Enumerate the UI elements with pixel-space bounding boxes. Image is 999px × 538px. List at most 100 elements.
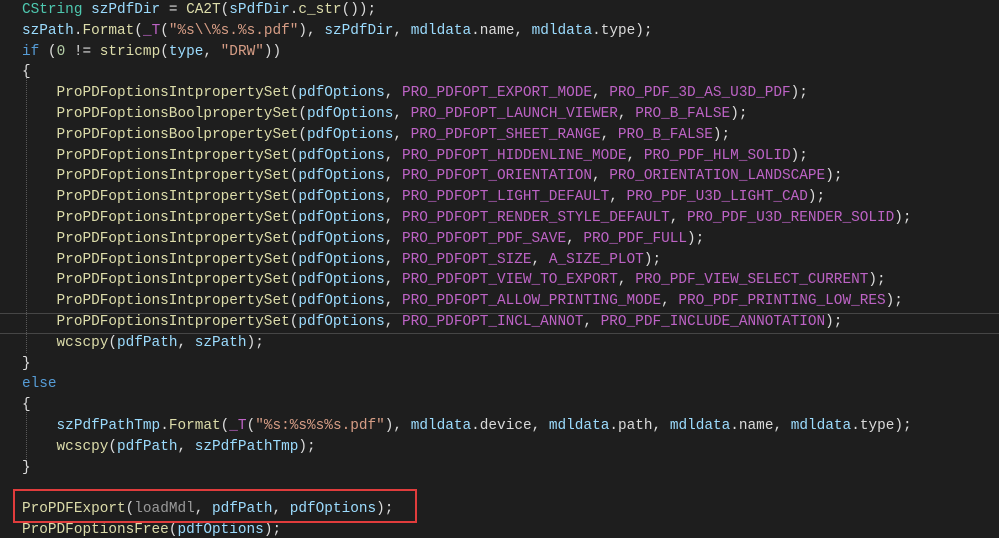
code-line[interactable]: ProPDFoptionsIntpropertySet(pdfOptions, … <box>22 83 808 104</box>
macro-token: _T <box>229 418 247 434</box>
punctuation-token: . <box>160 418 169 434</box>
punctuation-token: , <box>393 106 411 122</box>
punctuation-token <box>22 168 57 184</box>
code-line[interactable]: ProPDFoptionsBoolpropertySet(pdfOptions,… <box>22 125 731 146</box>
variable-token: mdldata <box>410 418 472 434</box>
punctuation-token <box>22 106 57 122</box>
punctuation-token: , <box>531 418 549 434</box>
variable-token: szPath <box>22 22 74 39</box>
variable-token: pdfOptions <box>307 126 394 143</box>
variable-token: mdldata <box>531 22 593 39</box>
code-line[interactable]: szPdfPathTmp.Format(_T("%s:%s%s%s.pdf"),… <box>22 416 912 437</box>
code-line[interactable]: ProPDFoptionsIntpropertySet(pdfOptions, … <box>22 250 662 271</box>
macro-token: PRO_PDFOPT_HIDDENLINE_MODE <box>402 147 627 164</box>
macro-token: PRO_B_FALSE <box>617 126 713 143</box>
punctuation-token: , <box>393 22 411 39</box>
keyword-token: if <box>22 43 40 60</box>
punctuation-token: , <box>393 126 411 143</box>
punctuation-token <box>22 85 57 101</box>
code-line[interactable]: CString szPdfDir = CA2T(sPdfDir.c_str())… <box>22 0 376 21</box>
code-line[interactable]: ProPDFoptionsIntpropertySet(pdfOptions, … <box>22 229 705 250</box>
variable-token: pdfPath <box>117 438 178 455</box>
punctuation-token: , <box>384 293 402 310</box>
code-line[interactable]: wcscpy(pdfPath, szPath); <box>22 333 264 354</box>
function-token: ProPDFoptionsBoolpropertySet <box>56 126 299 143</box>
punctuation-token: ); <box>825 168 843 185</box>
punctuation-token: , <box>514 22 532 39</box>
variable-token: pdfOptions <box>298 230 385 247</box>
punctuation-token: . <box>471 22 480 39</box>
punctuation-token: ); <box>730 106 748 122</box>
member-token: type <box>600 22 636 39</box>
code-line[interactable]: szPath.Format(_T("%s\\%s.%s.pdf"), szPdf… <box>22 21 653 42</box>
code-line[interactable]: ProPDFoptionsIntpropertySet(pdfOptions, … <box>22 146 808 167</box>
string-token: "%s:%s%s%s.pdf" <box>255 418 385 434</box>
function-token: ProPDFoptionsIntpropertySet <box>56 168 290 185</box>
punctuation-token: , <box>384 85 402 102</box>
punctuation-token: , <box>609 189 627 206</box>
string-token: "%s\\%s.%s.pdf" <box>168 22 299 39</box>
punctuation-token <box>22 272 57 288</box>
code-line[interactable]: wcscpy(pdfPath, szPdfPathTmp); <box>22 437 316 458</box>
code-line[interactable]: ProPDFoptionsIntpropertySet(pdfOptions, … <box>22 291 903 312</box>
variable-token: szPdfPathTmp <box>194 438 299 455</box>
function-token: wcscpy <box>56 438 109 455</box>
punctuation-token: ); <box>643 251 662 268</box>
code-line[interactable]: ProPDFoptionsIntpropertySet(pdfOptions, … <box>22 208 912 229</box>
punctuation-token: ( <box>108 334 118 351</box>
variable-token: pdfOptions <box>177 522 264 538</box>
punctuation-token: ( <box>134 22 143 39</box>
code-line[interactable]: ProPDFoptionsIntpropertySet(pdfOptions, … <box>22 312 843 333</box>
punctuation-token: ( <box>39 43 57 60</box>
punctuation-token: ), <box>384 418 411 434</box>
function-token: stricmp <box>99 43 161 60</box>
code-line[interactable]: if (0 != stricmp(type, "DRW")) <box>22 42 281 63</box>
punctuation-token: ()); <box>341 2 377 18</box>
punctuation-token <box>22 293 57 309</box>
macro-token: PRO_PDF_HLM_SOLID <box>643 147 791 164</box>
code-line[interactable]: ProPDFoptionsBoolpropertySet(pdfOptions,… <box>22 104 748 125</box>
punctuation-token: , <box>626 147 644 164</box>
code-line[interactable]: } <box>22 354 31 375</box>
function-token: wcscpy <box>56 334 109 351</box>
punctuation-token <box>82 2 91 18</box>
punctuation-token: . <box>609 418 618 434</box>
variable-token: pdfOptions <box>298 189 385 206</box>
macro-token: PRO_PDFOPT_SIZE <box>402 251 532 268</box>
punctuation-token: , <box>617 272 636 289</box>
variable-token: mdldata <box>548 418 610 434</box>
code-line[interactable]: { <box>22 395 31 416</box>
member-token: name <box>479 22 515 39</box>
variable-token: pdfOptions <box>298 293 385 310</box>
variable-token: pdfOptions <box>298 314 385 330</box>
code-line[interactable]: { <box>22 62 31 83</box>
punctuation-token: , <box>617 106 636 122</box>
function-token: ProPDFoptionsIntpropertySet <box>56 85 290 102</box>
variable-token: pdfOptions <box>298 210 385 226</box>
punctuation-token <box>22 127 57 143</box>
punctuation-token: , <box>652 418 670 434</box>
punctuation-token: , <box>583 314 601 330</box>
punctuation-token: ); <box>635 22 653 39</box>
variable-token: mdldata <box>790 418 852 434</box>
punctuation-token: , <box>531 251 549 268</box>
punctuation-token <box>22 252 57 268</box>
punctuation-token: ); <box>790 85 808 102</box>
punctuation-token: , <box>384 251 402 268</box>
code-line[interactable]: ProPDFoptionsIntpropertySet(pdfOptions, … <box>22 187 826 208</box>
punctuation-token: , <box>566 230 584 247</box>
string-token: "DRW" <box>220 43 264 60</box>
punctuation-token <box>22 314 57 330</box>
punctuation-token: { <box>22 64 31 81</box>
variable-token: pdfOptions <box>307 106 394 122</box>
punctuation-token: , <box>384 272 402 289</box>
punctuation-token: ); <box>825 314 843 330</box>
punctuation-token: ); <box>885 293 903 310</box>
code-line[interactable]: } <box>22 458 31 479</box>
code-line[interactable]: ProPDFoptionsIntpropertySet(pdfOptions, … <box>22 166 843 187</box>
macro-token: PRO_PDF_U3D_LIGHT_CAD <box>626 189 808 206</box>
code-editor[interactable]: CString szPdfDir = CA2T(sPdfDir.c_str())… <box>0 0 999 538</box>
code-line[interactable]: ProPDFoptionsIntpropertySet(pdfOptions, … <box>22 270 886 291</box>
code-line[interactable]: else <box>22 374 57 395</box>
function-token: c_str <box>298 2 342 18</box>
